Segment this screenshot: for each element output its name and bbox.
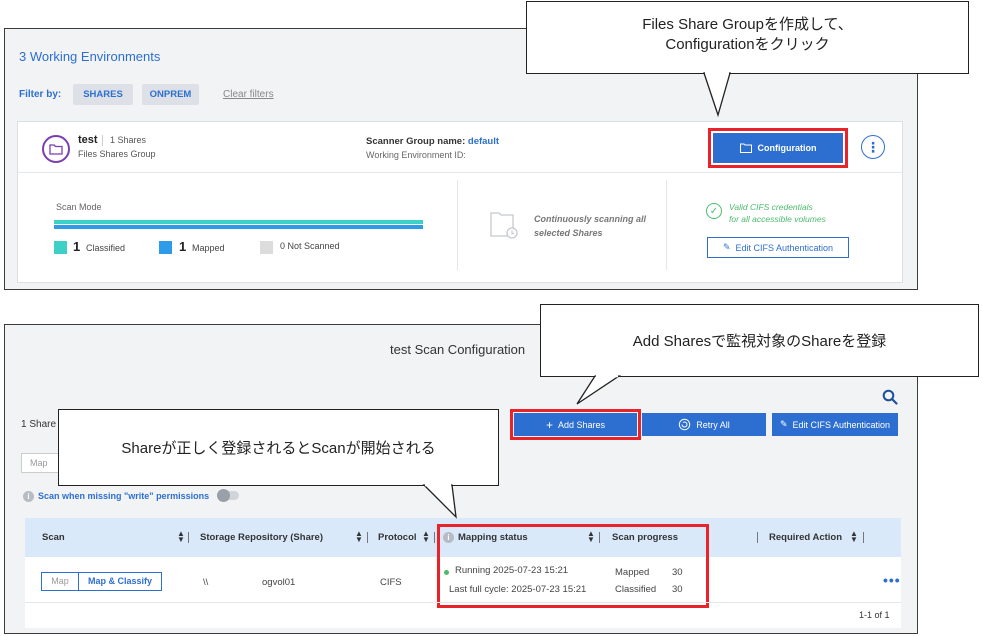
valid-cifs-text: Valid CIFS credentials for all accessibl… bbox=[729, 201, 826, 225]
scanner-group-label: Scanner Group name: bbox=[366, 136, 466, 147]
retry-icon bbox=[679, 418, 691, 431]
missing-write-label: Scan when missing "write" permissions bbox=[38, 491, 210, 501]
edit-cifs-auth-button[interactable]: ✎ Edit CIFS Authentication bbox=[772, 413, 898, 436]
row-actions-icon[interactable]: ••• bbox=[883, 572, 901, 588]
scan-mode-label: Scan Mode bbox=[56, 202, 102, 212]
map-filter-select[interactable]: Map bbox=[21, 453, 61, 473]
divider bbox=[102, 135, 103, 146]
filter-chip-onprem[interactable]: ONPREM bbox=[142, 84, 199, 105]
col-protocol[interactable]: Protocol bbox=[378, 532, 417, 543]
classified-count: 1 bbox=[73, 239, 81, 254]
group-type: Files Shares Group bbox=[78, 149, 156, 159]
sort-icon[interactable]: ▲ ▼ bbox=[355, 530, 363, 544]
plus-icon: + bbox=[545, 417, 553, 432]
column-divider bbox=[367, 532, 368, 543]
mapped-count: 1 bbox=[179, 239, 187, 254]
mapped-label: Mapped bbox=[192, 243, 225, 253]
check-icon: ✓ bbox=[706, 203, 722, 219]
mapped-bar bbox=[54, 225, 423, 229]
working-environment-card: test 1 Shares Files Shares Group Scanner… bbox=[17, 121, 903, 283]
pencil-icon: ✎ bbox=[779, 419, 788, 429]
not-scanned-label: 0 Not Scanned bbox=[280, 241, 340, 251]
folder-icon bbox=[42, 135, 70, 163]
column-divider bbox=[434, 532, 435, 543]
clear-filters-link[interactable]: Clear filters bbox=[223, 89, 274, 100]
highlight-box bbox=[437, 524, 709, 608]
page-title: 3 Working Environments bbox=[19, 49, 161, 64]
scan-mode-toggle: Map Map & Classify bbox=[41, 572, 162, 591]
retry-all-button[interactable]: Retry All bbox=[642, 413, 766, 436]
shares-table: Scan ▲ ▼ Storage Repository (Share) ▲ ▼ Pr… bbox=[25, 518, 901, 628]
classified-bar bbox=[54, 220, 423, 224]
share-path-prefix: \\ bbox=[203, 577, 209, 588]
share-name: ogvol01 bbox=[262, 577, 296, 588]
continuous-scanning-text: Continuously scanning all selected Share… bbox=[534, 212, 664, 240]
column-divider bbox=[863, 532, 864, 543]
col-scan[interactable]: Scan bbox=[42, 532, 65, 543]
sort-icon[interactable]: ▲ ▼ bbox=[850, 530, 858, 544]
map-option[interactable]: Map bbox=[42, 573, 79, 590]
section-divider bbox=[666, 180, 667, 270]
col-required-action[interactable]: Required Action bbox=[769, 532, 842, 543]
filter-chip-shares[interactable]: SHARES bbox=[73, 84, 133, 105]
sort-icon[interactable]: ▲ ▼ bbox=[177, 530, 185, 544]
callout-line-2: Configurationをクリック bbox=[665, 36, 830, 53]
classified-swatch bbox=[54, 241, 67, 254]
callout-pointer bbox=[422, 483, 457, 519]
scanner-group: Scanner Group name: default bbox=[366, 136, 499, 147]
not-scanned-swatch bbox=[260, 241, 273, 254]
section-divider bbox=[457, 180, 458, 270]
add-shares-label: Add Shares bbox=[557, 419, 606, 430]
add-shares-button[interactable]: + Add Shares bbox=[510, 409, 641, 440]
configuration-button[interactable]: Configuration bbox=[708, 128, 848, 168]
callout-pointer bbox=[576, 374, 622, 405]
scanner-group-value: default bbox=[467, 136, 500, 147]
search-icon[interactable] bbox=[882, 389, 898, 410]
map-classify-option[interactable]: Map & Classify bbox=[79, 573, 161, 590]
card-divider bbox=[18, 172, 902, 173]
valid-line-1: Valid CIFS credentials bbox=[729, 202, 813, 212]
pagination: 1-1 of 1 bbox=[859, 610, 890, 620]
configuration-label: Configuration bbox=[757, 143, 817, 153]
row-divider bbox=[25, 602, 901, 603]
folder-gear-icon bbox=[739, 143, 752, 153]
classified-label: Classified bbox=[86, 243, 126, 253]
col-repository[interactable]: Storage Repository (Share) bbox=[200, 532, 323, 543]
document-clock-icon bbox=[489, 210, 519, 245]
edit-cifs-auth-label: Edit CIFS Authentication bbox=[792, 419, 891, 430]
filter-label: Filter by: bbox=[19, 89, 62, 100]
working-environment-id: Working Environment ID: bbox=[366, 150, 466, 160]
column-divider bbox=[188, 532, 189, 543]
callout-scan-start: Shareが正しく登録されるとScanが開始される bbox=[58, 409, 499, 486]
column-divider bbox=[757, 532, 758, 543]
protocol-value: CIFS bbox=[380, 577, 402, 588]
shares-count-label: 1 Share bbox=[21, 419, 57, 430]
mapped-swatch bbox=[159, 241, 172, 254]
pencil-icon: ✎ bbox=[722, 242, 731, 252]
sort-icon[interactable]: ▲ ▼ bbox=[422, 530, 430, 544]
continuous-line-1: Continuously scanning all bbox=[534, 214, 647, 224]
retry-all-label: Retry All bbox=[696, 419, 730, 430]
info-icon: i bbox=[23, 491, 34, 502]
more-options-icon[interactable]: ⋮ bbox=[861, 135, 885, 159]
shares-count: 1 Shares bbox=[110, 135, 147, 145]
continuous-line-2: selected Shares bbox=[534, 228, 603, 238]
valid-line-2: for all accessible volumes bbox=[729, 214, 826, 224]
callout-add-shares: Add Sharesで監視対象のShareを登録 bbox=[540, 304, 979, 377]
edit-cifs-button[interactable]: ✎ Edit CIFS Authentication bbox=[707, 237, 849, 258]
toggle-knob bbox=[217, 489, 230, 502]
callout-pointer bbox=[703, 71, 731, 118]
callout-line-1: Files Share Groupを作成して、 bbox=[642, 16, 853, 33]
edit-cifs-label: Edit CIFS Authentication bbox=[735, 242, 834, 253]
missing-write-toggle[interactable] bbox=[217, 489, 239, 502]
callout-configuration: Files Share Groupを作成して、 Configurationをクリ… bbox=[526, 1, 969, 74]
environment-name: test bbox=[78, 134, 98, 146]
scan-config-title: test Scan Configuration bbox=[390, 342, 526, 357]
